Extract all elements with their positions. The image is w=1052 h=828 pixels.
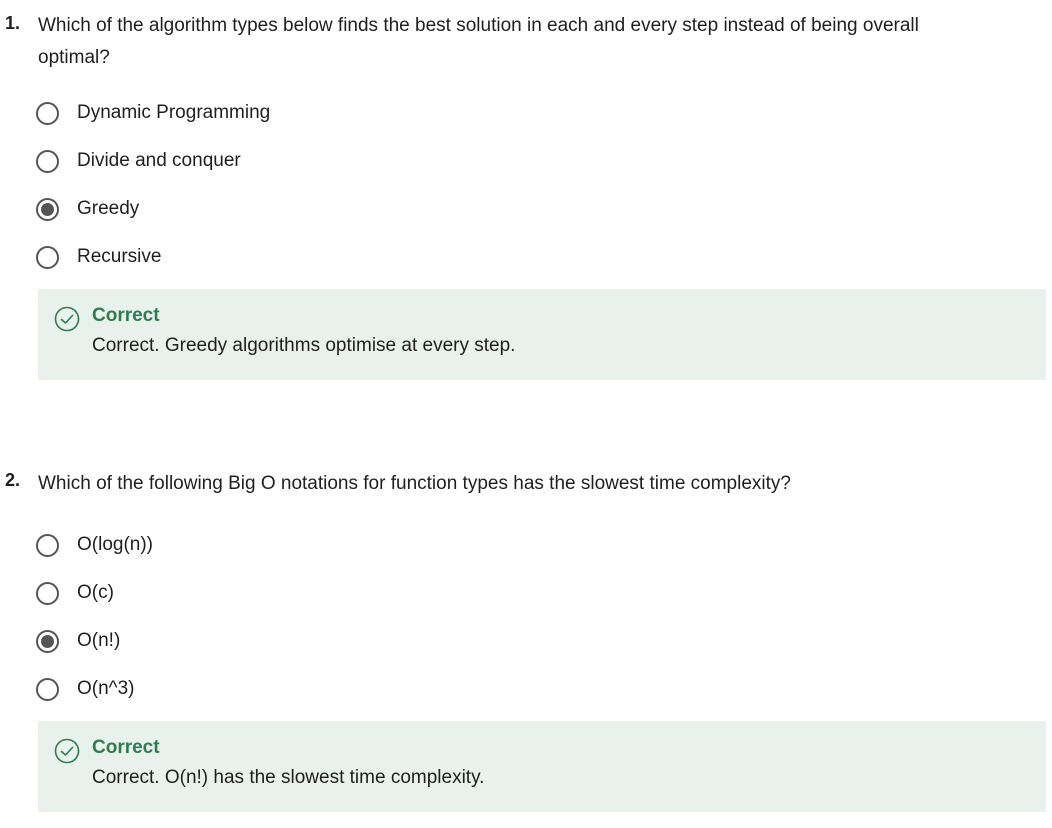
- option-label: O(c): [77, 582, 114, 603]
- radio-button-icon[interactable]: [36, 149, 59, 173]
- question-text: Which of the following Big O notations f…: [38, 473, 791, 494]
- option-label: Greedy: [77, 198, 140, 219]
- radio-button-selected-icon[interactable]: [36, 629, 59, 653]
- option-divide-and-conquer[interactable]: Divide and conquer: [36, 146, 241, 176]
- radio-button-selected-icon[interactable]: [36, 197, 59, 221]
- check-circle-icon: [54, 738, 80, 764]
- option-o-n-cubed[interactable]: O(n^3): [36, 674, 134, 704]
- feedback-text: Correct. Greedy algorithms optimise at e…: [92, 335, 516, 356]
- option-label: O(n!): [77, 630, 121, 651]
- option-greedy[interactable]: Greedy: [36, 194, 139, 224]
- feedback-text: Correct. O(n!) has the slowest time comp…: [92, 767, 485, 788]
- option-recursive[interactable]: Recursive: [36, 242, 161, 272]
- radio-button-icon[interactable]: [36, 101, 59, 125]
- question-number: 2.: [5, 470, 21, 490]
- feedback-title: Correct: [92, 305, 160, 326]
- option-label: Dynamic Programming: [77, 102, 271, 123]
- option-o-c[interactable]: O(c): [36, 578, 114, 608]
- option-o-log-n[interactable]: O(log(n)): [36, 530, 153, 560]
- radio-button-icon[interactable]: [36, 581, 59, 605]
- radio-button-icon[interactable]: [36, 677, 59, 701]
- radio-button-icon[interactable]: [36, 245, 59, 269]
- feedback-panel: Correct Correct. O(n!) has the slowest t…: [38, 721, 1046, 812]
- option-label: Divide and conquer: [77, 150, 241, 171]
- radio-button-icon[interactable]: [36, 533, 59, 557]
- check-circle-icon: [54, 306, 80, 332]
- option-dynamic-programming[interactable]: Dynamic Programming: [36, 98, 270, 128]
- feedback-panel: Correct Correct. Greedy algorithms optim…: [38, 289, 1046, 380]
- option-label: O(n^3): [77, 678, 135, 699]
- question-text: Which of the algorithm types below finds…: [38, 15, 919, 68]
- option-label: Recursive: [77, 246, 162, 267]
- feedback-title: Correct: [92, 737, 160, 758]
- option-label: O(log(n)): [77, 534, 154, 555]
- option-o-n-factorial[interactable]: O(n!): [36, 626, 120, 656]
- question-number: 1.: [5, 13, 21, 33]
